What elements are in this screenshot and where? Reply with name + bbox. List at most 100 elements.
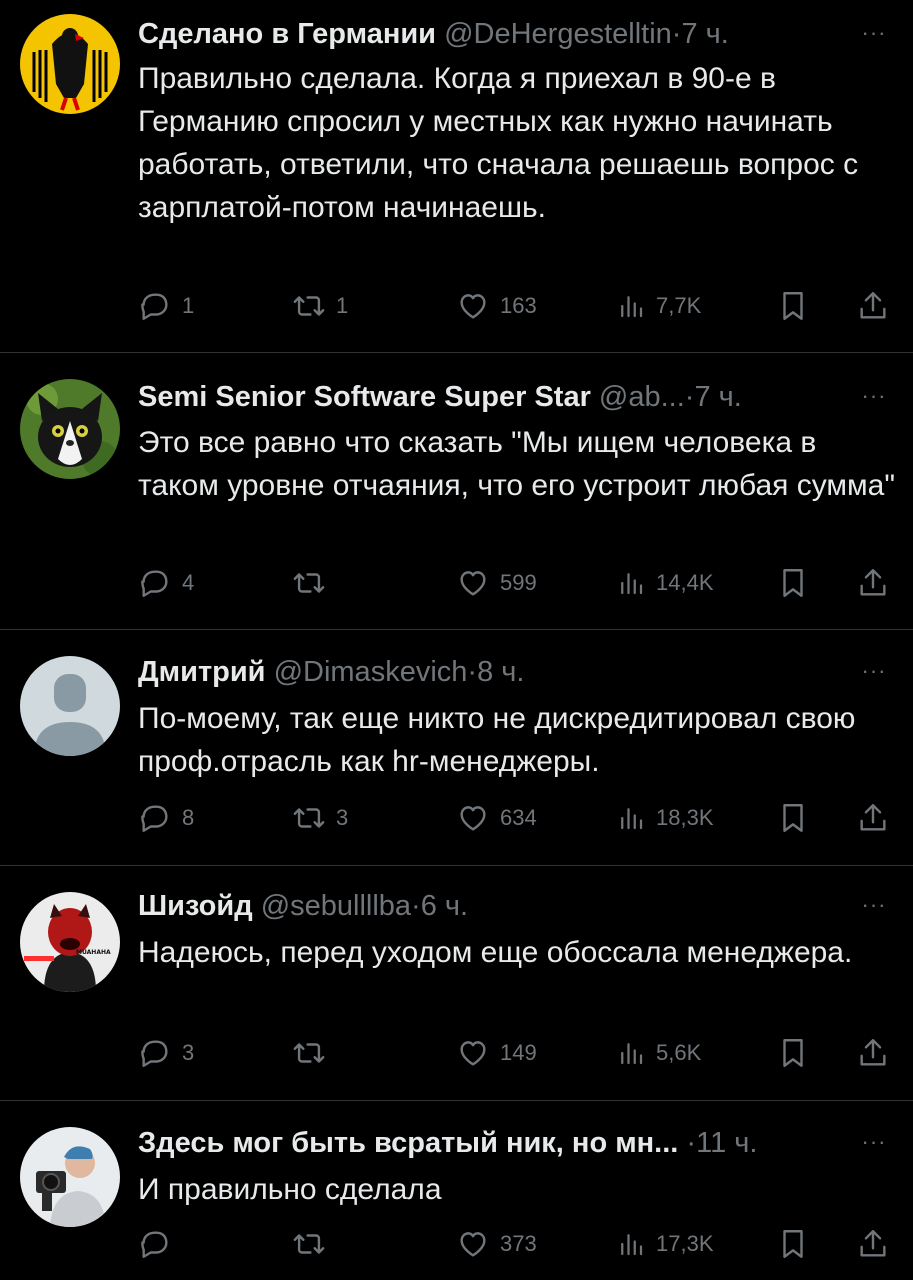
like-button[interactable]: 163 — [456, 286, 537, 326]
reply-button[interactable]: 4 — [138, 563, 194, 603]
views-button[interactable]: 18,3K — [616, 798, 714, 838]
avatar[interactable] — [20, 14, 120, 114]
retweet-icon — [293, 1043, 325, 1063]
separator-dot: · — [411, 890, 421, 922]
person-with-camera-avatar-icon — [20, 1127, 120, 1227]
tweet-text: По-моему, так еще никто не дискредитиров… — [138, 702, 856, 778]
tweet[interactable]: Дмитрий @Dimaskevich·8 ч. ··· По-моему, … — [0, 630, 913, 865]
like-count: 599 — [500, 570, 537, 595]
tweet[interactable]: Semi Senior Software Super Star @ab...·7… — [0, 353, 913, 629]
tweet-header: Semi Senior Software Super Star @ab...·7… — [138, 379, 853, 415]
timestamp[interactable]: 6 ч. — [421, 890, 468, 922]
handle[interactable]: @Dimaskevich — [274, 656, 468, 688]
retweet-button[interactable] — [292, 563, 336, 603]
share-button[interactable] — [856, 563, 890, 603]
reply-button[interactable] — [138, 1224, 182, 1264]
bookmark-icon — [783, 569, 803, 597]
separator-dot: · — [467, 656, 478, 688]
retweet-count: 3 — [336, 805, 349, 830]
separator-dot: · — [671, 18, 682, 50]
share-button[interactable] — [856, 798, 890, 838]
tweet-text: Правильно сделала. Когда я приехал в 90-… — [138, 62, 859, 224]
views-button[interactable]: 17,3K — [616, 1224, 714, 1264]
handle[interactable]: @DeHergestelltin — [444, 18, 672, 50]
views-button[interactable]: 14,4K — [616, 563, 714, 603]
reply-feed: Сделано в Германии @DeHergestelltin·7 ч.… — [0, 0, 913, 1280]
reply-count: 3 — [182, 1040, 195, 1065]
avatar[interactable] — [20, 379, 120, 479]
retweet-icon — [293, 1234, 325, 1254]
display-name[interactable]: Здесь мог быть всратый ник, но мн... — [138, 1127, 678, 1159]
tweet[interactable]: Сделано в Германии @DeHergestelltin·7 ч.… — [0, 0, 913, 352]
bookmark-button[interactable] — [776, 286, 810, 326]
more-options-button[interactable]: ··· — [857, 1131, 891, 1163]
tweet-text: Надеюсь, перед уходом еще обоссала менед… — [138, 936, 853, 969]
bookmark-icon — [783, 1230, 803, 1258]
bookmark-button[interactable] — [776, 563, 810, 603]
reply-button[interactable]: 3 — [138, 1033, 194, 1073]
share-button[interactable] — [856, 1224, 890, 1264]
avatar-caption: MUAHAHA — [76, 949, 111, 956]
avatar[interactable] — [20, 656, 120, 756]
bookmark-button[interactable] — [776, 1033, 810, 1073]
more-options-button[interactable]: ··· — [857, 22, 891, 54]
reply-button[interactable]: 8 — [138, 798, 194, 838]
retweet-button[interactable] — [292, 1033, 336, 1073]
heart-icon — [460, 1232, 486, 1257]
share-button[interactable] — [856, 1033, 890, 1073]
avatar[interactable] — [20, 1127, 120, 1227]
views-button[interactable]: 7,7K — [616, 286, 701, 326]
tweet-header: Шизойд @sebullllba·6 ч. — [138, 888, 853, 924]
avatar[interactable]: MUAHAHA — [20, 892, 120, 992]
reply-count: 8 — [182, 805, 195, 830]
like-button[interactable]: 634 — [456, 798, 537, 838]
tweet[interactable]: MUAHAHA Шизойд @sebullllba·6 ч. ··· Наде… — [0, 866, 913, 1100]
heart-icon — [460, 294, 486, 319]
views-chart-icon — [621, 296, 643, 318]
reply-icon — [141, 293, 168, 320]
bookmark-button[interactable] — [776, 798, 810, 838]
retweet-button[interactable]: 1 — [292, 286, 348, 326]
view-count: 7,7K — [656, 293, 702, 318]
share-icon — [860, 804, 886, 831]
timestamp[interactable]: 7 ч. — [681, 18, 728, 50]
more-options-button[interactable]: ··· — [857, 660, 891, 692]
action-bar: 8 3 634 18,3K — [0, 798, 913, 838]
views-button[interactable]: 5,6K — [616, 1033, 701, 1073]
like-button[interactable]: 373 — [456, 1224, 537, 1264]
bookmark-button[interactable] — [776, 1224, 810, 1264]
views-chart-icon — [621, 1043, 643, 1065]
more-options-button[interactable]: ··· — [857, 894, 891, 926]
retweet-button[interactable] — [292, 1224, 336, 1264]
view-count: 17,3K — [656, 1231, 714, 1256]
retweet-icon — [293, 808, 325, 828]
handle[interactable]: @sebullllba — [261, 890, 411, 922]
retweet-count: 1 — [336, 293, 349, 318]
reply-count: 1 — [182, 293, 195, 318]
action-bar: 1 1 163 7,7K — [0, 286, 913, 326]
timestamp[interactable]: 11 ч. — [696, 1127, 757, 1159]
tweet-header: Дмитрий @Dimaskevich·8 ч. — [138, 654, 853, 690]
display-name[interactable]: Шизойд — [138, 890, 253, 922]
timestamp[interactable]: 8 ч. — [477, 656, 524, 688]
share-button[interactable] — [856, 286, 890, 326]
german-eagle-avatar-icon — [20, 14, 120, 114]
separator-dot: · — [686, 1127, 697, 1159]
like-button[interactable]: 599 — [456, 563, 537, 603]
like-button[interactable]: 149 — [456, 1033, 537, 1073]
reply-button[interactable]: 1 — [138, 286, 194, 326]
retweet-button[interactable]: 3 — [292, 798, 348, 838]
handle[interactable]: @ab... — [599, 381, 685, 413]
display-name[interactable]: Дмитрий — [138, 656, 266, 688]
tweet-text: И правильно сделала — [138, 1173, 442, 1206]
default-person-avatar-icon — [20, 656, 120, 756]
more-options-button[interactable]: ··· — [857, 385, 891, 417]
timestamp[interactable]: 7 ч. — [694, 381, 741, 413]
display-name[interactable]: Semi Senior Software Super Star — [138, 381, 591, 413]
share-icon — [860, 292, 886, 319]
like-count: 163 — [500, 293, 537, 318]
like-count: 149 — [500, 1040, 537, 1065]
display-name[interactable]: Сделано в Германии — [138, 18, 436, 50]
action-bar: 373 17,3K — [0, 1224, 913, 1264]
tweet[interactable]: Здесь мог быть всратый ник, но мн... ·11… — [0, 1101, 913, 1280]
